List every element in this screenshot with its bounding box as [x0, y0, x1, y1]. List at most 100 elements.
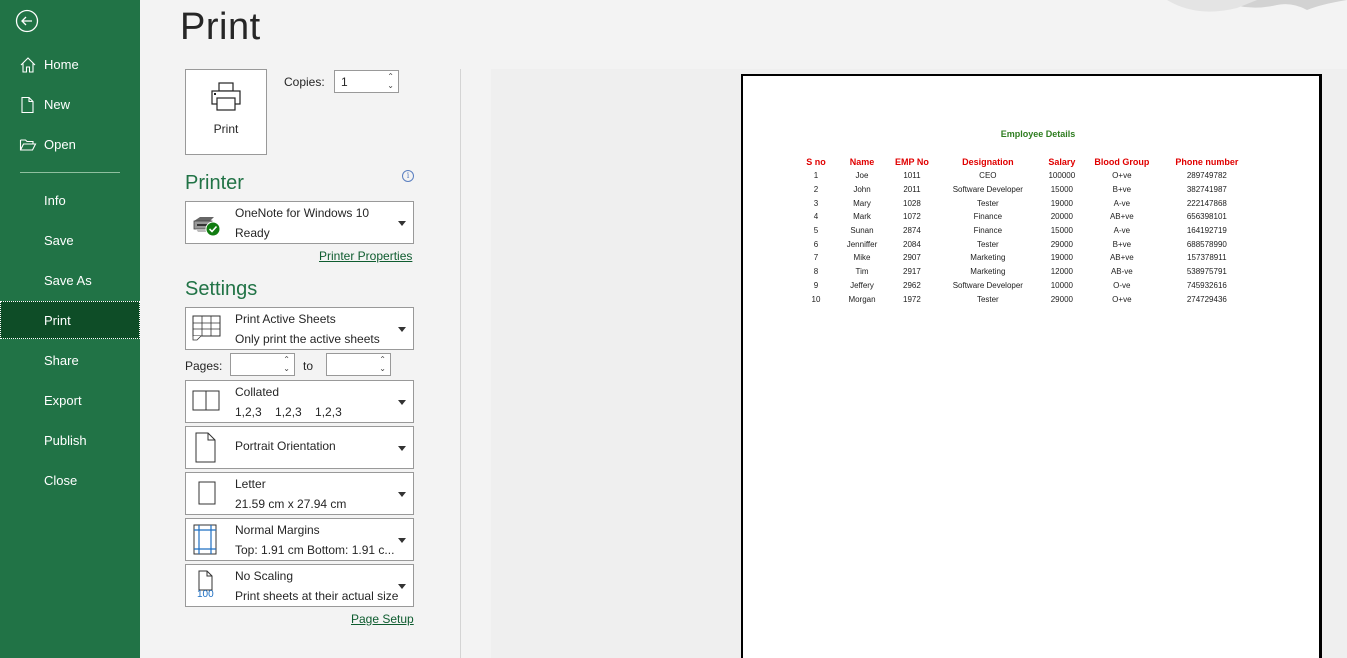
page-setup-link[interactable]: Page Setup: [351, 612, 414, 626]
sidebar-item-label: Save: [44, 232, 74, 248]
paper-size-icon: [198, 481, 216, 505]
caret-down-icon: [398, 327, 406, 332]
margins-dropdown[interactable]: Normal Margins Top: 1.91 cm Bottom: 1.91…: [185, 518, 414, 561]
table-cell: 289749782: [1186, 171, 1227, 181]
table-cell: 10000: [1050, 280, 1073, 290]
sidebar-item-export[interactable]: Export: [0, 381, 140, 419]
sidebar-item-print[interactable]: Print: [0, 301, 140, 339]
chevron-up-icon[interactable]: ⌃: [283, 356, 290, 364]
chevron-up-icon[interactable]: ⌃: [387, 73, 394, 81]
sidebar-item-info[interactable]: Info: [0, 181, 140, 219]
table-cell: 12000: [1050, 267, 1073, 277]
table-cell: Tester: [976, 198, 999, 208]
pages-label: Pages:: [185, 359, 223, 373]
printer-heading: Printer: [185, 172, 244, 194]
table-cell: 2084: [903, 239, 921, 249]
table-cell: 9: [813, 280, 819, 290]
sidebar-item-publish[interactable]: Publish: [0, 421, 140, 459]
table-cell: 100000: [1048, 171, 1076, 181]
paper-size-title: Letter: [235, 477, 266, 491]
collation-dropdown[interactable]: Collated 1,2,3 1,2,3 1,2,3: [185, 380, 414, 423]
paper-size-subtitle: 21.59 cm x 27.94 cm: [235, 497, 347, 511]
sidebar-item-label: New: [44, 96, 71, 112]
table-cell: Tim: [855, 267, 869, 277]
table-cell: 2011: [903, 185, 921, 195]
sidebar-item-save[interactable]: Save: [0, 221, 140, 259]
chevron-down-icon[interactable]: ⌄: [283, 365, 290, 373]
chevron-up-icon[interactable]: ⌃: [379, 356, 386, 364]
table-cell: O+ve: [1112, 294, 1132, 304]
table-cell: CEO: [979, 171, 997, 181]
scaling-icon-label: 100: [197, 589, 214, 600]
table-header-row: S no Name EMP No Designation Salary Bloo…: [799, 155, 1251, 169]
orientation-dropdown[interactable]: Portrait Orientation: [185, 426, 414, 469]
sidebar-item-share[interactable]: Share: [0, 341, 140, 379]
table-cell: Finance: [973, 212, 1003, 222]
caret-down-icon: [398, 221, 406, 226]
table-cell: AB+ve: [1109, 212, 1134, 222]
sidebar-item-label: Export: [44, 392, 82, 408]
table-cell: Marketing: [970, 267, 1006, 277]
table-cell: 274729436: [1186, 294, 1227, 304]
table-cell: 382741987: [1186, 185, 1227, 195]
page-title: Print: [180, 6, 261, 48]
table-cell: Mary: [853, 198, 871, 208]
sidebar-item-new[interactable]: New: [0, 85, 140, 123]
table-cell: 1: [813, 171, 819, 181]
column-header: Phone number: [1175, 157, 1239, 167]
paper-size-dropdown[interactable]: Letter 21.59 cm x 27.94 cm: [185, 472, 414, 515]
printer-dropdown[interactable]: OneNote for Windows 10 Ready: [185, 201, 414, 244]
table-cell: Finance: [973, 226, 1003, 236]
sidebar-item-save-as[interactable]: Save As: [0, 261, 140, 299]
print-button-label: Print: [213, 122, 239, 136]
column-header: Name: [849, 157, 875, 167]
table-cell: 2917: [903, 267, 921, 277]
table-cell: Tester: [976, 239, 999, 249]
table-cell: Sunan: [850, 226, 874, 236]
table-cell: 15000: [1050, 185, 1073, 195]
employee-table: S no Name EMP No Designation Salary Bloo…: [799, 155, 1251, 306]
table-cell: O-ve: [1113, 280, 1131, 290]
printer-properties-link[interactable]: Printer Properties: [319, 249, 412, 263]
orientation-title: Portrait Orientation: [235, 439, 336, 453]
sidebar-item-home[interactable]: Home: [0, 45, 140, 83]
sidebar-item-label: Publish: [44, 432, 87, 448]
scaling-dropdown[interactable]: 100 No Scaling Print sheets at their act…: [185, 564, 414, 607]
back-arrow-icon[interactable]: [15, 9, 39, 33]
sidebar-item-close[interactable]: Close: [0, 461, 140, 499]
table-cell: AB+ve: [1109, 253, 1134, 263]
table-cell: 20000: [1050, 212, 1073, 222]
table-cell: AB-ve: [1110, 267, 1133, 277]
pages-from-stepper[interactable]: ⌃ ⌄: [230, 353, 295, 376]
table-row: 7 Mike 2907 Marketing 19000 AB+ve 157378911: [799, 251, 1251, 265]
caret-down-icon: [398, 538, 406, 543]
column-header: Designation: [962, 157, 1014, 167]
chevron-down-icon[interactable]: ⌄: [387, 82, 394, 90]
chevron-down-icon[interactable]: ⌄: [379, 365, 386, 373]
table-cell: 1028: [903, 198, 921, 208]
print-button[interactable]: Print: [185, 69, 267, 155]
table-row: 5 Sunan 2874 Finance 15000 A-ve 164192719: [799, 224, 1251, 238]
table-cell: 10: [811, 294, 821, 304]
caret-down-icon: [398, 584, 406, 589]
table-cell: B+ve: [1112, 239, 1132, 249]
copies-stepper[interactable]: 1 ⌃ ⌄: [334, 70, 399, 93]
column-header: Salary: [1048, 157, 1076, 167]
print-what-title: Print Active Sheets: [235, 312, 336, 326]
table-row: 8 Tim 2917 Marketing 12000 AB-ve 538975791: [799, 265, 1251, 279]
printer-ready-icon: [193, 217, 221, 237]
table-cell: 2: [813, 185, 819, 195]
sidebar-item-open[interactable]: Open: [0, 125, 140, 163]
info-icon[interactable]: i: [402, 170, 414, 182]
table-cell: O+ve: [1112, 171, 1132, 181]
table-cell: Mike: [853, 253, 871, 263]
table-row: 3 Mary 1028 Tester 19000 A-ve 222147868: [799, 196, 1251, 210]
table-cell: 5: [813, 226, 819, 236]
table-row: 2 John 2011 Software Developer 15000 B+ve 3827…: [799, 183, 1251, 197]
sheet-grid-icon: [192, 315, 221, 341]
printer-name: OneNote for Windows 10: [235, 206, 370, 220]
copies-label: Copies:: [284, 75, 325, 89]
table-cell: 3: [813, 198, 819, 208]
pages-to-stepper[interactable]: ⌃ ⌄: [326, 353, 391, 376]
print-what-dropdown[interactable]: Print Active Sheets Only print the activ…: [185, 307, 414, 350]
